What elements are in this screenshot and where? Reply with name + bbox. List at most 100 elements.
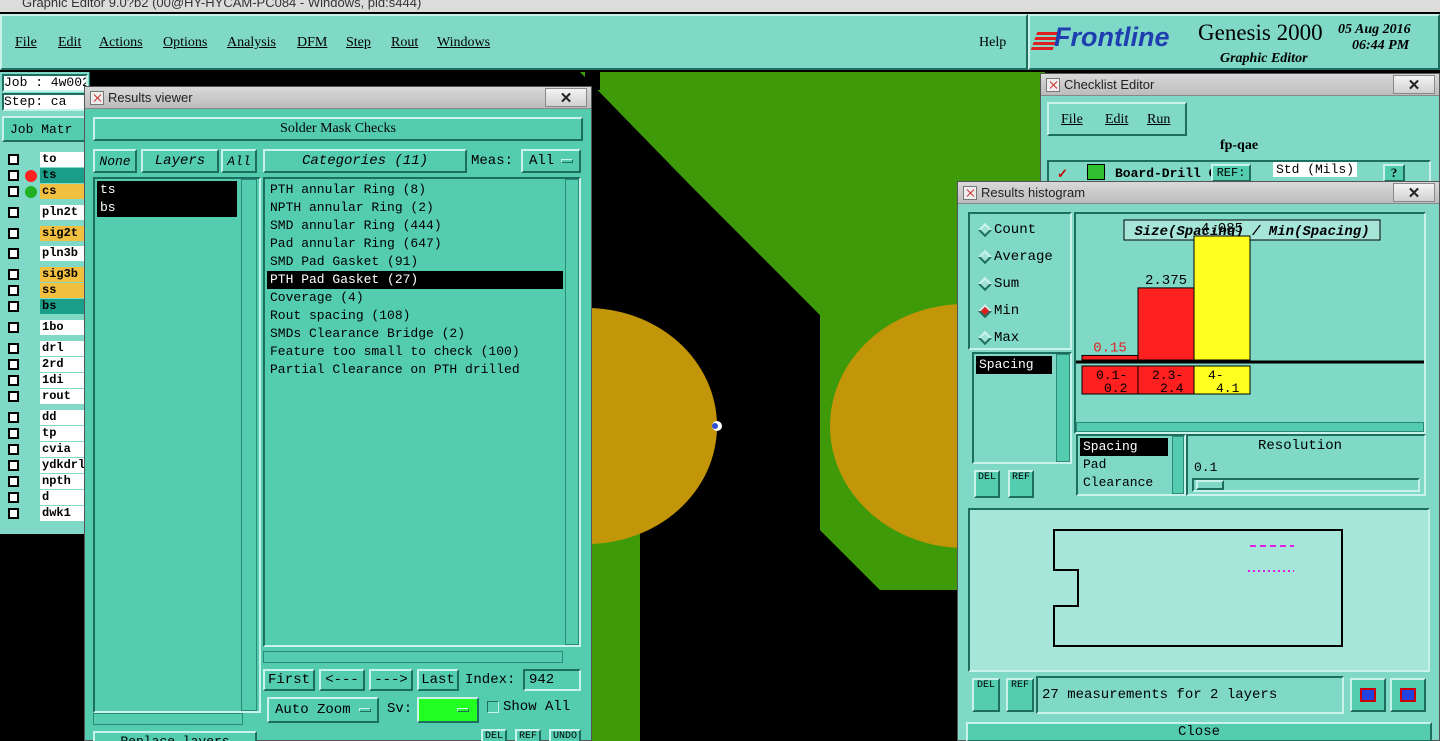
menu-options[interactable]: Options [163, 35, 207, 51]
layer-row-ts[interactable]: ts [6, 168, 84, 183]
layer-checkbox[interactable] [8, 301, 19, 312]
layer-row-cvia[interactable]: cvia [6, 442, 84, 457]
first-button[interactable]: First [263, 669, 315, 691]
list-item[interactable]: Pad [1080, 456, 1168, 474]
checklist-menu-run[interactable]: Run [1147, 112, 1170, 128]
layer-row-sig3b[interactable]: sig3b [6, 267, 84, 282]
show-all-checkbox[interactable] [487, 701, 499, 713]
undo-button[interactable]: UNDO [549, 729, 581, 741]
del-button[interactable]: DEL [481, 729, 507, 741]
hist-del-button-small[interactable]: DEL [974, 470, 1000, 498]
next-button[interactable]: ---> [369, 669, 413, 691]
list-item[interactable]: SMDs Clearance Bridge (2) [267, 325, 563, 343]
layer-checkbox[interactable] [8, 492, 19, 503]
measure-list[interactable]: Spacing [972, 352, 1072, 464]
menu-windows[interactable]: Windows [437, 35, 490, 51]
layer-row-to[interactable]: to [6, 152, 84, 167]
menu-help[interactable]: Help [979, 35, 1006, 51]
measure-list-scrollbar[interactable] [1056, 354, 1070, 462]
close-icon[interactable]: ✕ [1393, 183, 1435, 202]
chart-hscrollbar[interactable] [1076, 422, 1424, 432]
histogram-bar[interactable] [1193, 235, 1251, 361]
categories-scrollbar[interactable] [565, 179, 579, 645]
checklist-menu-file[interactable]: File [1061, 112, 1083, 128]
sv-color-dropdown[interactable] [417, 697, 479, 723]
list-item[interactable]: Feature too small to check (100) [267, 343, 563, 361]
slider-thumb[interactable] [1196, 480, 1224, 490]
list-item[interactable]: SMD Pad Gasket (91) [267, 253, 563, 271]
layer-checkbox[interactable] [8, 391, 19, 402]
list-item[interactable]: Rout spacing (108) [267, 307, 563, 325]
meas-dropdown[interactable]: All [521, 149, 581, 173]
layer-row-pln2t[interactable]: pln2t [6, 205, 84, 220]
all-button[interactable]: All [221, 149, 257, 173]
list-item[interactable]: bs [97, 199, 237, 217]
layer-checkbox[interactable] [8, 343, 19, 354]
menu-analysis[interactable]: Analysis [227, 35, 276, 51]
layer-checkbox[interactable] [8, 228, 19, 239]
checklist-ref-button[interactable]: REF: [1211, 164, 1251, 182]
help-button[interactable]: ? [1383, 164, 1405, 182]
layer-checkbox[interactable] [8, 460, 19, 471]
list-item[interactable]: PTH Pad Gasket (27) [267, 271, 563, 289]
auto-zoom-dropdown[interactable]: Auto Zoom [267, 697, 379, 723]
layer-results-list[interactable]: ts bs [93, 177, 261, 713]
layer-row-drl[interactable]: drl [6, 341, 84, 356]
layer-checkbox[interactable] [8, 412, 19, 423]
layer-row-1di[interactable]: 1di [6, 373, 84, 388]
layer-list-hscrollbar[interactable] [93, 713, 243, 725]
replace-layers-button[interactable]: Replace layers [93, 731, 257, 741]
ref-button[interactable]: REF [515, 729, 541, 741]
list-item[interactable]: Coverage (4) [267, 289, 563, 307]
layer-checkbox[interactable] [8, 508, 19, 519]
none-button[interactable]: None [93, 149, 137, 173]
list-item[interactable]: Pad annular Ring (647) [267, 235, 563, 253]
list-item[interactable]: Partial Clearance on PTH drilled [267, 361, 563, 379]
layer-list-scrollbar[interactable] [241, 179, 257, 711]
layer-row-bs[interactable]: bs [6, 299, 84, 314]
layer-checkbox[interactable] [8, 285, 19, 296]
layer-row-sig2t[interactable]: sig2t [6, 226, 84, 241]
list-item[interactable]: NPTH annular Ring (2) [267, 199, 563, 217]
layer-row-ydkdrl[interactable]: ydkdrl [6, 458, 85, 473]
categories-button[interactable]: Categories (11) [263, 149, 467, 173]
layer-checkbox[interactable] [8, 154, 19, 165]
menu-rout[interactable]: Rout [391, 35, 418, 51]
menu-edit[interactable]: Edit [58, 35, 81, 51]
layer-row-tp[interactable]: tp [6, 426, 84, 441]
categories-list[interactable]: PTH annular Ring (8) NPTH annular Ring (2… [263, 177, 581, 647]
layer-row-ss[interactable]: ss [6, 283, 84, 298]
layer-row-dd[interactable]: dd [6, 410, 84, 425]
layer-row-rout[interactable]: rout [6, 389, 84, 404]
last-button[interactable]: Last [417, 669, 459, 691]
layer-checkbox[interactable] [8, 476, 19, 487]
hist-ref-button-small[interactable]: REF [1008, 470, 1034, 498]
layer-checkbox[interactable] [8, 269, 19, 280]
layer-row-1bo[interactable]: 1bo [6, 320, 84, 335]
menu-file[interactable]: File [15, 35, 37, 51]
index-input[interactable]: 942 [523, 669, 581, 691]
categories-hscrollbar[interactable] [263, 651, 563, 663]
layer-checkbox[interactable] [8, 170, 19, 181]
selection-list[interactable]: Spacing Pad Clearance [1076, 434, 1186, 496]
board-preview[interactable] [968, 508, 1430, 672]
menu-actions[interactable]: Actions [99, 35, 143, 51]
hist-del-button[interactable]: DEL [972, 678, 1000, 712]
menu-dfm[interactable]: DFM [297, 35, 327, 51]
layers-button[interactable]: Layers [141, 149, 219, 173]
close-icon[interactable]: ✕ [1393, 75, 1435, 94]
list-item[interactable]: Spacing [976, 356, 1052, 374]
prev-button[interactable]: <--- [319, 669, 365, 691]
list-item[interactable]: SMD annular Ring (444) [267, 217, 563, 235]
layer-checkbox[interactable] [8, 428, 19, 439]
close-button[interactable]: Close [966, 722, 1432, 741]
list-item[interactable]: Spacing [1080, 438, 1168, 456]
job-matrix-button[interactable]: Job Matr [2, 116, 88, 142]
zoom-to-result-icon[interactable] [1350, 678, 1386, 712]
layer-row-2rd[interactable]: 2rd [6, 357, 84, 372]
histogram-bar[interactable] [1137, 287, 1195, 361]
list-item[interactable]: Clearance [1080, 474, 1168, 492]
list-item[interactable]: PTH annular Ring (8) [267, 181, 563, 199]
close-icon[interactable]: ✕ [545, 88, 587, 107]
layer-checkbox[interactable] [8, 186, 19, 197]
